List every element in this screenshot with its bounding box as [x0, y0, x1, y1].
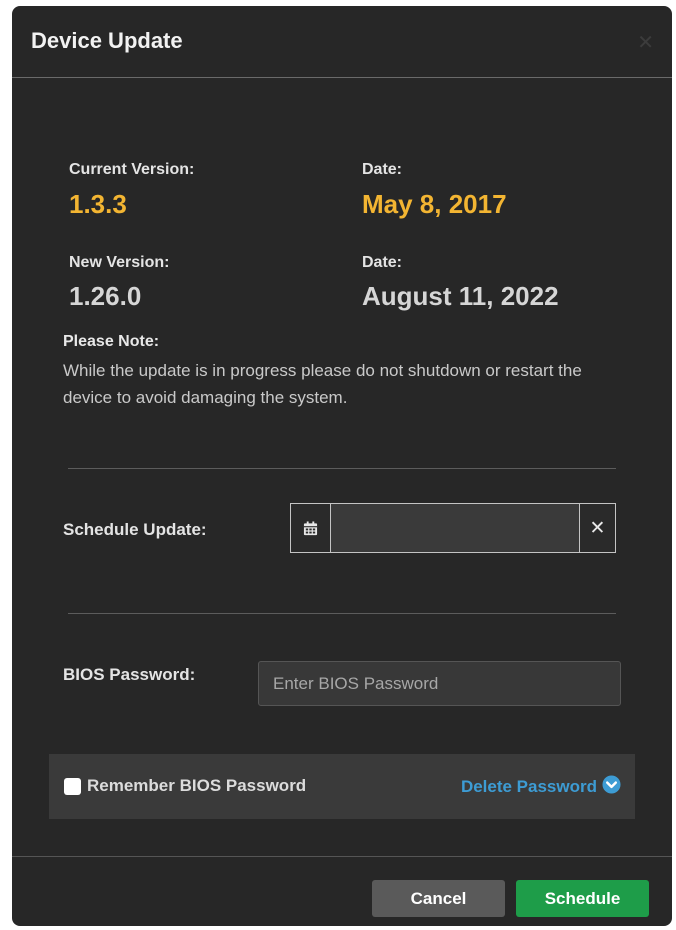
schedule-date-picker: ✕: [290, 503, 616, 553]
current-version-value: 1.3.3: [69, 189, 127, 219]
device-update-dialog: Device Update ✕ Current Version: 1.3.3 D…: [12, 6, 672, 926]
delete-password-link[interactable]: Delete Password: [461, 775, 621, 799]
current-version-label: Current Version:: [69, 161, 195, 178]
section-divider: [68, 613, 616, 614]
bios-password-label: BIOS Password:: [63, 665, 196, 684]
delete-password-label: Delete Password: [460, 777, 597, 796]
bios-password-input[interactable]: [258, 661, 621, 706]
close-icon[interactable]: ✕: [637, 30, 654, 55]
clear-icon[interactable]: ✕: [579, 504, 615, 552]
new-date-value: August 11, 2022: [362, 281, 559, 311]
chevron-down-circle-icon: [602, 775, 621, 799]
dialog-header: Device Update ✕: [12, 6, 672, 78]
remember-password-label[interactable]: Remember BIOS Password: [87, 776, 306, 796]
dialog-title: Device Update: [31, 28, 183, 53]
new-version-label: New Version:: [69, 254, 170, 271]
remember-password-checkbox[interactable]: [64, 778, 81, 795]
footer-divider: [12, 856, 672, 857]
schedule-update-label: Schedule Update:: [63, 520, 207, 539]
section-divider: [68, 468, 616, 469]
current-date-value: May 8, 2017: [362, 189, 507, 219]
note-text: While the update is in progress please d…: [63, 361, 582, 407]
cancel-button[interactable]: Cancel: [372, 880, 505, 917]
remember-password-bar: Remember BIOS Password Delete Password: [49, 754, 635, 819]
note-title: Please Note:: [63, 333, 160, 350]
schedule-date-input[interactable]: [331, 504, 579, 552]
current-date-label: Date:: [362, 161, 403, 178]
schedule-button[interactable]: Schedule: [516, 880, 649, 917]
new-date-label: Date:: [362, 254, 403, 271]
new-version-value: 1.26.0: [69, 281, 142, 311]
calendar-icon[interactable]: [291, 504, 331, 552]
